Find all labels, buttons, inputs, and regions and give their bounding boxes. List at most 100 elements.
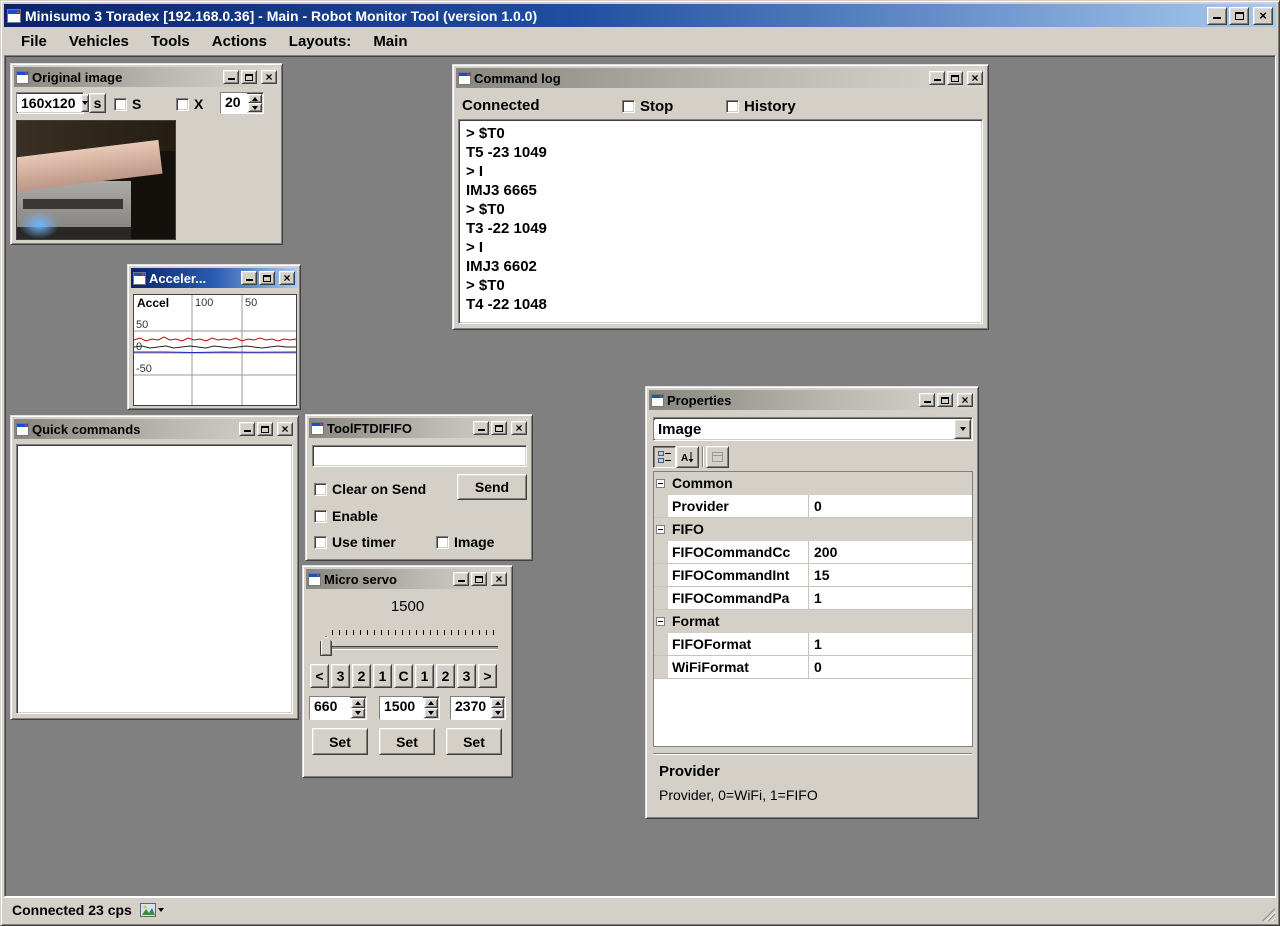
minimize-button[interactable] — [223, 70, 239, 84]
servo-mid-spinner[interactable]: 1500 — [379, 696, 440, 720]
property-row[interactable]: FIFOCommandPa 1 — [654, 587, 972, 610]
maximize-button[interactable] — [241, 70, 257, 84]
minimize-button[interactable] — [239, 422, 255, 436]
close-button[interactable]: × — [511, 421, 527, 435]
property-value[interactable]: 0 — [809, 495, 972, 517]
menu-vehicles[interactable]: Vehicles — [58, 29, 140, 54]
dropdown-arrow-icon[interactable] — [81, 94, 89, 112]
categorized-icon[interactable] — [653, 446, 676, 468]
minimize-button[interactable] — [473, 421, 489, 435]
interval-spinner[interactable]: 20 — [220, 92, 264, 114]
minimize-button[interactable] — [929, 71, 945, 85]
spin-down-icon[interactable] — [248, 103, 262, 112]
spin-up-icon[interactable] — [351, 698, 365, 708]
object-selector-combobox[interactable]: Image — [653, 417, 973, 441]
collapse-icon[interactable] — [656, 479, 665, 488]
servo-max-spinner[interactable]: 2370 — [450, 696, 506, 720]
use-timer-checkbox[interactable] — [314, 536, 327, 549]
menu-layouts[interactable]: Layouts: — [278, 29, 363, 54]
collapse-icon[interactable] — [656, 525, 665, 534]
property-row[interactable]: Provider 0 — [654, 495, 972, 518]
spin-up-icon[interactable] — [248, 94, 262, 103]
image-checkbox[interactable] — [436, 536, 449, 549]
close-button[interactable]: × — [277, 422, 293, 436]
slider-track[interactable] — [326, 646, 498, 649]
command-log-titlebar[interactable]: Command log × — [456, 68, 985, 88]
close-button[interactable]: × — [967, 71, 983, 85]
menu-actions[interactable]: Actions — [201, 29, 278, 54]
main-titlebar[interactable]: Minisumo 3 Toradex [192.168.0.36] - Main… — [4, 4, 1276, 27]
maximize-button[interactable] — [937, 393, 953, 407]
x-checkbox[interactable] — [176, 98, 189, 111]
slider-thumb[interactable] — [320, 636, 332, 656]
servo-min-spinner[interactable]: 660 — [309, 696, 367, 720]
micro-servo-titlebar[interactable]: Micro servo × — [306, 569, 509, 589]
minimize-button[interactable] — [241, 271, 257, 285]
set-min-button[interactable]: Set — [312, 728, 368, 755]
property-value[interactable]: 0 — [809, 656, 972, 678]
servo-3-left-button[interactable]: 3 — [331, 664, 350, 688]
servo-center-button[interactable]: C — [394, 664, 413, 688]
close-button[interactable]: × — [1253, 7, 1273, 25]
command-log-textarea[interactable]: > $T0 T5 -23 1049 > I IMJ3 6665 > $T0 T3… — [458, 119, 983, 324]
servo-2-right-button[interactable]: 2 — [436, 664, 455, 688]
command-input[interactable] — [313, 446, 526, 466]
property-row[interactable]: FIFOCommandInt 15 — [654, 564, 972, 587]
s-checkbox[interactable] — [114, 98, 127, 111]
stop-checkbox[interactable] — [622, 100, 635, 113]
s-button[interactable]: s — [89, 93, 106, 113]
set-max-button[interactable]: Set — [446, 728, 502, 755]
property-category-row[interactable]: Common — [654, 472, 972, 495]
alphabetical-icon[interactable]: A — [676, 446, 699, 468]
spin-up-icon[interactable] — [424, 698, 438, 708]
servo-left-button[interactable]: < — [310, 664, 329, 688]
menu-tools[interactable]: Tools — [140, 29, 201, 54]
maximize-button[interactable] — [1229, 7, 1249, 25]
minimize-button[interactable] — [1207, 7, 1227, 25]
history-checkbox[interactable] — [726, 100, 739, 113]
servo-right-button[interactable]: > — [478, 664, 497, 688]
close-button[interactable]: × — [957, 393, 973, 407]
enable-checkbox[interactable] — [314, 510, 327, 523]
servo-1-left-button[interactable]: 1 — [373, 664, 392, 688]
set-mid-button[interactable]: Set — [379, 728, 435, 755]
property-value[interactable]: 1 — [809, 633, 972, 655]
spin-up-icon[interactable] — [491, 698, 504, 708]
spin-down-icon[interactable] — [491, 708, 504, 718]
minimize-button[interactable] — [919, 393, 935, 407]
property-row[interactable]: WiFiFormat 0 — [654, 656, 972, 679]
resolution-combobox[interactable]: 160x120 — [16, 92, 84, 114]
minimize-button[interactable] — [453, 572, 469, 586]
maximize-button[interactable] — [259, 271, 275, 285]
menu-main[interactable]: Main — [362, 29, 418, 54]
spin-down-icon[interactable] — [424, 708, 438, 718]
properties-titlebar[interactable]: Properties × — [649, 390, 975, 410]
property-category-row[interactable]: Format — [654, 610, 972, 633]
property-value[interactable]: 200 — [809, 541, 972, 563]
resize-grip[interactable] — [1262, 908, 1275, 921]
maximize-button[interactable] — [471, 572, 487, 586]
menu-file[interactable]: File — [10, 29, 58, 54]
property-row[interactable]: FIFOFormat 1 — [654, 633, 972, 656]
dropdown-arrow-icon[interactable] — [954, 419, 971, 439]
servo-3-right-button[interactable]: 3 — [457, 664, 476, 688]
servo-2-left-button[interactable]: 2 — [352, 664, 371, 688]
close-button[interactable]: × — [491, 572, 507, 586]
accelerometer-titlebar[interactable]: Acceler... × — [131, 268, 297, 288]
maximize-button[interactable] — [947, 71, 963, 85]
send-button[interactable]: Send — [457, 474, 527, 500]
maximize-button[interactable] — [257, 422, 273, 436]
status-image-dropdown[interactable] — [140, 903, 164, 917]
collapse-icon[interactable] — [656, 617, 665, 626]
close-button[interactable]: × — [279, 271, 295, 285]
property-category-row[interactable]: FIFO — [654, 518, 972, 541]
property-row[interactable]: FIFOCommandCc 200 — [654, 541, 972, 564]
property-value[interactable]: 15 — [809, 564, 972, 586]
quick-commands-titlebar[interactable]: Quick commands × — [14, 419, 295, 439]
quick-commands-list[interactable] — [16, 444, 293, 714]
toolftdififo-titlebar[interactable]: ToolFTDIFIFO × — [309, 418, 529, 438]
clear-on-send-checkbox[interactable] — [314, 483, 327, 496]
servo-1-right-button[interactable]: 1 — [415, 664, 434, 688]
original-image-titlebar[interactable]: Original image × — [14, 67, 279, 87]
maximize-button[interactable] — [491, 421, 507, 435]
